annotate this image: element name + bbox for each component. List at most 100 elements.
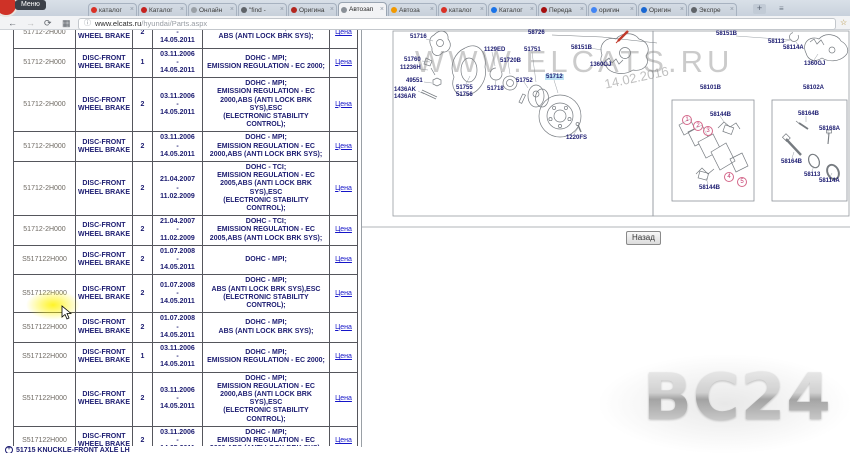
diagram-part-label[interactable]: 49551 <box>406 78 423 84</box>
diagram-part-label[interactable]: 58114A <box>819 178 840 184</box>
browser-tab[interactable]: Каталог× <box>138 3 187 16</box>
video-overlay-menu-button[interactable]: Меню <box>15 0 46 10</box>
diagram-part-label[interactable]: 51756 <box>456 92 473 98</box>
tab-close-icon[interactable]: × <box>530 7 534 13</box>
price-link[interactable]: Цена <box>335 185 352 192</box>
diagram-part-label[interactable]: 51718 <box>487 86 504 92</box>
tab-close-icon[interactable]: × <box>430 7 434 13</box>
diagram-part-label[interactable]: 1436AR <box>394 94 416 100</box>
part-number-cell: 51712-2H000 <box>14 162 76 216</box>
diagram-part-label[interactable]: 58168A <box>819 126 840 132</box>
diagram-part-label[interactable]: 1360GJ <box>590 62 611 68</box>
part-name-cell: DISC-FRONT WHEEL BRAKE <box>76 132 133 162</box>
diagram-part-label[interactable]: 58164B <box>781 159 802 165</box>
diagram-part-label[interactable]: 58151B <box>571 45 592 51</box>
browser-tab[interactable]: Экспре× <box>688 3 737 16</box>
diagram-part-label[interactable]: 58151B <box>716 31 737 37</box>
tab-close-icon[interactable]: × <box>730 7 734 13</box>
back-button[interactable]: Назад <box>626 231 661 245</box>
new-tab-button[interactable]: + <box>753 4 766 14</box>
browser-tab[interactable]: Автоза× <box>388 3 437 16</box>
diagram-part-label[interactable]: 58164B <box>798 111 819 117</box>
section-expand-icon[interactable]: + <box>5 446 13 453</box>
reload-icon[interactable]: ⟳ <box>44 17 52 29</box>
diagram-part-label[interactable]: 51720B <box>500 58 521 64</box>
diagram-part-label[interactable]: 11236H <box>400 65 421 71</box>
browser-tab[interactable]: оригин× <box>588 3 637 16</box>
browser-tab[interactable]: Автозап× <box>338 2 387 16</box>
diagram-part-label[interactable]: 58144B <box>699 185 720 191</box>
qty-cell: 2 <box>133 245 153 275</box>
price-link[interactable]: Цена <box>335 30 352 36</box>
tab-close-icon[interactable]: × <box>480 7 484 13</box>
browser-tab[interactable]: каталог× <box>88 3 137 16</box>
price-link[interactable]: Цена <box>335 101 352 108</box>
diagram-part-label[interactable]: 1360GJ <box>804 61 825 67</box>
diagram-part-label[interactable]: 51712 <box>545 74 564 80</box>
diagram-part-label[interactable]: 1220FS <box>566 135 587 141</box>
diagram-part-label[interactable]: 51716 <box>410 34 427 40</box>
tab-close-icon[interactable]: × <box>580 7 584 13</box>
diagram-part-label[interactable]: 51751 <box>524 47 541 53</box>
tab-close-icon[interactable]: × <box>280 7 284 13</box>
tab-list-menu-icon[interactable]: ≡ <box>779 4 784 13</box>
part-number-cell: 51712-2H000 <box>14 216 76 246</box>
price-link[interactable]: Цена <box>335 290 352 297</box>
page-info-icon[interactable]: ⓘ <box>84 20 91 28</box>
next-section-header[interactable]: + 51715 KNUCKLE-FRONT AXLE LH <box>5 446 130 453</box>
price-link[interactable]: Цена <box>335 395 352 402</box>
tab-title: "find - <box>249 7 279 14</box>
part-name-cell: DISC-FRONT WHEEL BRAKE <box>76 275 133 313</box>
back-icon[interactable]: ← <box>8 17 17 29</box>
browser-tab[interactable]: Оригин× <box>638 3 687 16</box>
diagram-part-label[interactable]: 58113 <box>768 39 784 45</box>
applicability-cell: DOHC - MPI; <box>203 245 330 275</box>
date-range-cell: 01.07.2008 - 14.05.2011 <box>153 30 203 48</box>
price-link[interactable]: Цена <box>335 59 352 66</box>
diagram-part-label[interactable]: 1436AK <box>394 87 416 93</box>
browser-tab[interactable]: Онлайн× <box>188 3 237 16</box>
favicon-icon <box>541 7 547 13</box>
favicon-icon <box>291 7 297 13</box>
tab-close-icon[interactable]: × <box>230 7 234 13</box>
tab-close-icon[interactable]: × <box>330 7 334 13</box>
apps-grid-icon[interactable]: ▦ <box>62 17 71 29</box>
diagram-part-label[interactable]: 1129ED <box>484 47 505 53</box>
price-link[interactable]: Цена <box>335 143 352 150</box>
browser-tab[interactable]: Переда× <box>538 3 587 16</box>
price-link[interactable]: Цена <box>335 226 352 233</box>
tab-title: Автоза <box>399 7 429 14</box>
diagram-part-label[interactable]: 58144B <box>710 112 731 118</box>
tab-close-icon[interactable]: × <box>180 7 184 13</box>
diagram-part-label[interactable]: 58101B <box>700 85 721 91</box>
diagram-pane: WWW.ELCATS.RU 14.02.2016 <box>362 28 850 253</box>
tab-close-icon[interactable]: × <box>130 7 134 13</box>
browser-tab[interactable]: Каталог× <box>488 3 537 16</box>
part-name-cell: DISC-FRONT WHEEL BRAKE <box>76 78 133 132</box>
tab-close-icon[interactable]: × <box>680 7 684 13</box>
price-link[interactable]: Цена <box>335 437 352 444</box>
table-row: S517122H000DISC-FRONT WHEEL BRAKE203.11.… <box>14 372 358 426</box>
diagram-part-label[interactable]: 51755 <box>456 85 473 91</box>
diagram-part-label[interactable]: 58102A <box>803 85 824 91</box>
diagram-part-label[interactable]: 58114A <box>783 45 804 51</box>
price-cell: Цена <box>330 78 358 132</box>
diagram-part-label[interactable]: 58113 <box>804 172 820 178</box>
diagram-part-label[interactable]: 51752 <box>516 78 533 84</box>
price-link[interactable]: Цена <box>335 256 352 263</box>
diagram-part-label[interactable]: 58726 <box>528 30 545 36</box>
part-name-cell: DISC-FRONT WHEEL BRAKE <box>76 30 133 48</box>
tab-close-icon[interactable]: × <box>630 7 634 13</box>
diagram-part-label[interactable]: 51760 <box>404 57 421 63</box>
tab-close-icon[interactable]: × <box>380 7 384 13</box>
forward-icon[interactable]: → <box>26 17 35 29</box>
price-link[interactable]: Цена <box>335 353 352 360</box>
bookmark-star-icon[interactable]: ☆ <box>840 18 847 27</box>
browser-tab[interactable]: "find -× <box>238 3 287 16</box>
browser-tab[interactable]: каталог× <box>438 3 487 16</box>
date-range-cell: 21.04.2007 - 11.02.2009 <box>153 162 203 216</box>
browser-tab[interactable]: Оригина× <box>288 3 337 16</box>
qty-cell: 2 <box>133 78 153 132</box>
price-link[interactable]: Цена <box>335 324 352 331</box>
part-name-cell: DISC-FRONT WHEEL BRAKE <box>76 342 133 372</box>
